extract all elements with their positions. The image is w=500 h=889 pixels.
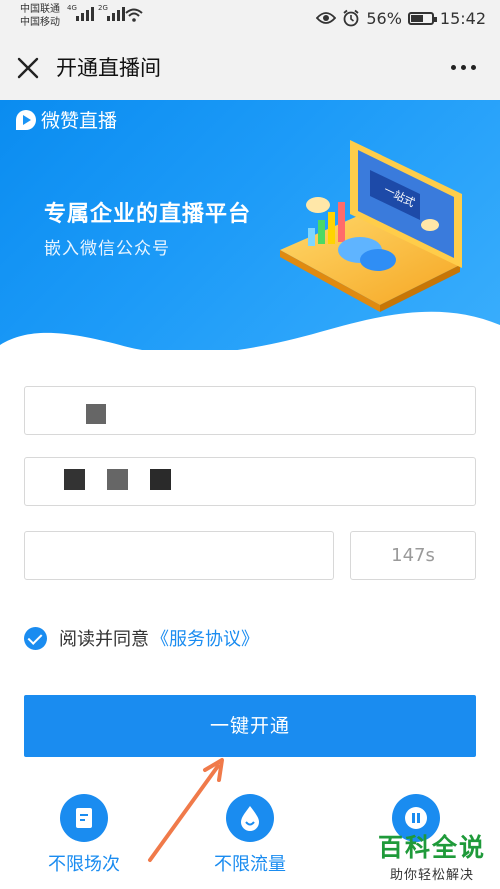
battery-percent: 56%	[366, 8, 402, 28]
redacted-mark	[64, 469, 85, 490]
document-icon	[60, 794, 108, 842]
hero-banner: 一站式 微赞直播 专属企业的直播平台 嵌入微信公众号	[0, 100, 500, 350]
feature-label: 不限流量	[214, 854, 286, 875]
phone-input[interactable]	[25, 458, 475, 505]
signal-2-icon	[107, 7, 125, 21]
signal-1-icon	[76, 7, 94, 21]
service-agreement-link[interactable]: 《服务协议》	[151, 625, 259, 651]
watermark-title: 百科全说	[377, 833, 486, 862]
code-input[interactable]	[25, 532, 333, 579]
carrier-labels: 中国联通 中国移动	[20, 3, 60, 29]
agree-checkbox[interactable]	[24, 626, 47, 650]
banner-headline: 专属企业的直播平台	[44, 202, 252, 227]
agreement-row: 阅读并同意 《服务协议》	[24, 624, 259, 652]
more-icon[interactable]	[451, 65, 476, 70]
wifi-icon	[125, 8, 143, 22]
battery-icon	[407, 11, 437, 25]
phone-field[interactable]	[24, 457, 476, 506]
carrier-1: 中国联通	[20, 4, 60, 15]
play-logo-icon	[16, 109, 36, 130]
carrier-2: 中国移动	[20, 17, 60, 28]
title-bar: 开通直播间	[0, 36, 500, 100]
watermark-subtitle: 助你轻松解决	[389, 868, 474, 883]
status-bar: 中国联通 中国移动 4G 2G 56% 15:42	[0, 0, 500, 36]
agreement-text: 阅读并同意	[59, 629, 149, 650]
close-icon[interactable]	[14, 54, 42, 82]
redacted-mark	[86, 404, 106, 424]
status-right: 56% 15:42	[316, 0, 486, 36]
redacted-mark	[150, 469, 171, 490]
countdown-button[interactable]: 147s	[350, 531, 476, 580]
open-now-button[interactable]: 一键开通	[24, 695, 476, 757]
clock: 15:42	[439, 8, 486, 28]
brand-logo: 微赞直播	[16, 106, 117, 133]
banner-subline: 嵌入微信公众号	[44, 239, 170, 259]
brand-name: 微赞直播	[41, 110, 118, 132]
redacted-mark	[107, 469, 128, 490]
drop-icon	[226, 794, 274, 842]
feature-unlimited-traffic: 不限流量	[190, 794, 310, 876]
laptop-illustration: 一站式	[280, 140, 462, 312]
watermark: 百科全说 助你轻松解决	[378, 828, 486, 883]
code-field[interactable]	[24, 531, 334, 580]
feature-unlimited-sessions: 不限场次	[24, 794, 144, 876]
alarm-icon	[343, 9, 359, 27]
page-title: 开通直播间	[56, 56, 161, 80]
eye-icon	[316, 12, 337, 24]
feature-label: 不限场次	[48, 854, 120, 875]
